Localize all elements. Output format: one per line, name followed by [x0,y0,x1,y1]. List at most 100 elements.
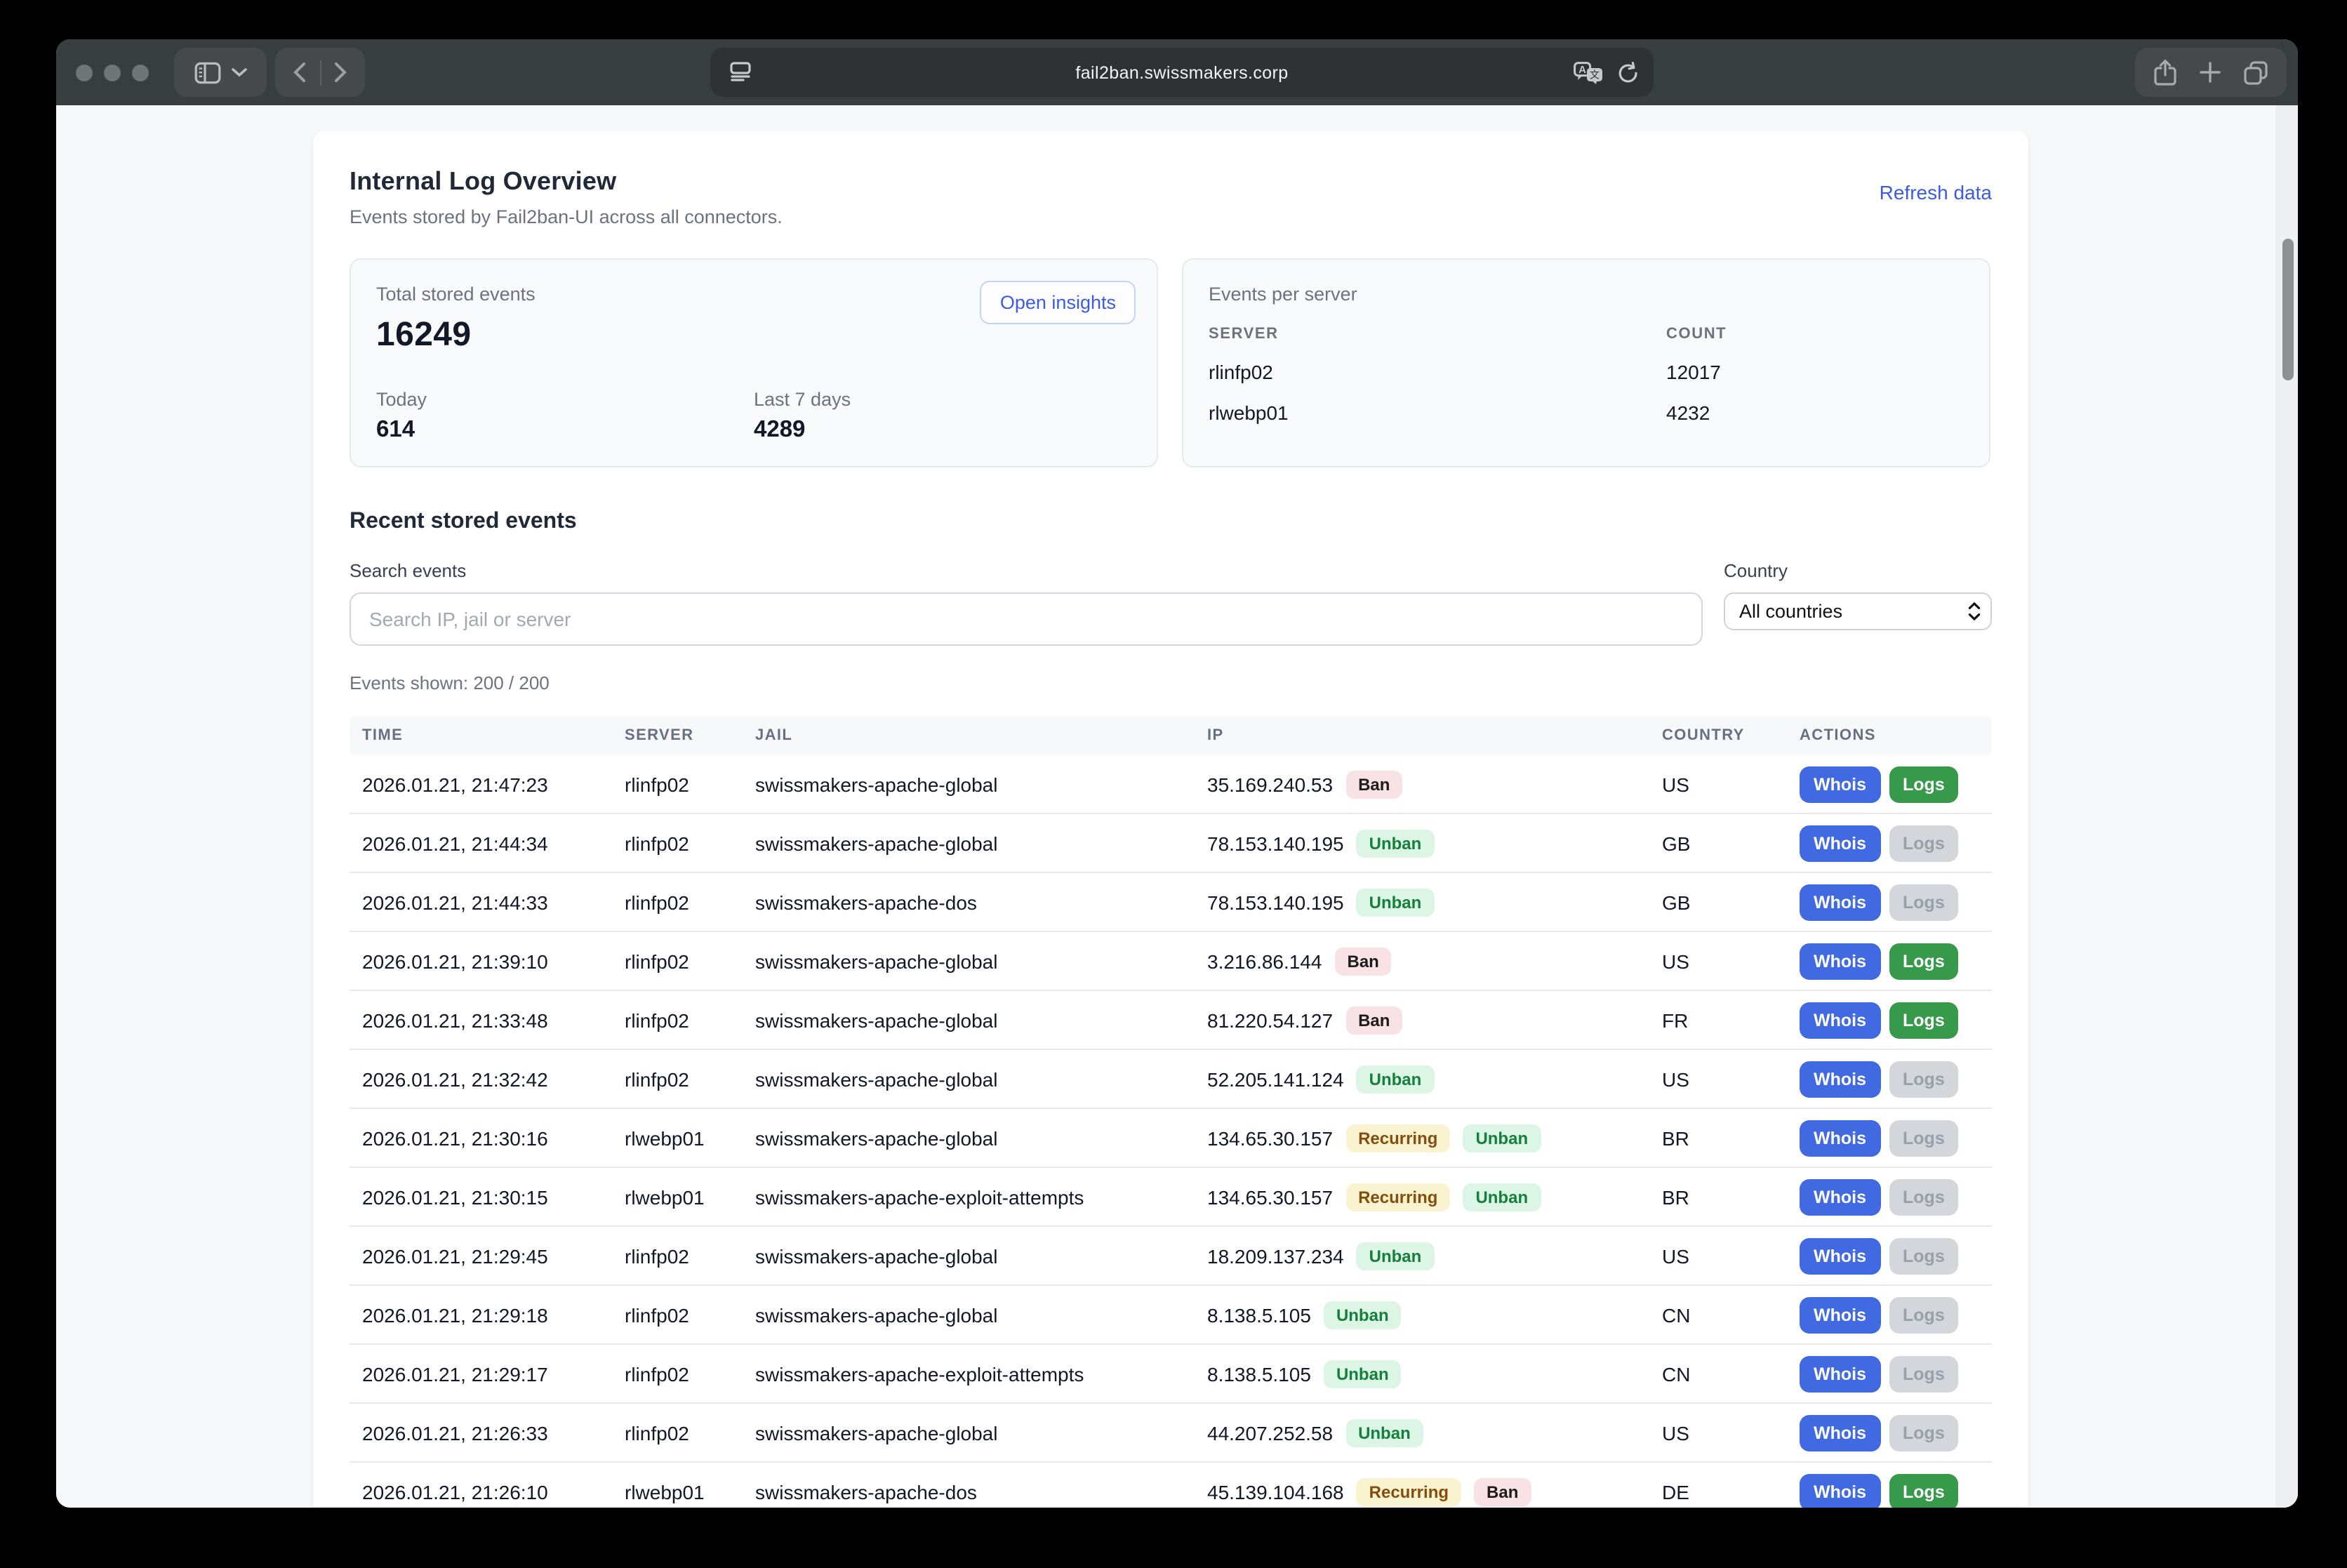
logs-button[interactable]: Logs [1889,1178,1959,1215]
new-tab-icon[interactable] [2200,62,2221,83]
whois-button[interactable]: Whois [1800,1296,1880,1333]
whois-button[interactable]: Whois [1800,1061,1880,1097]
whois-button[interactable]: Whois [1800,825,1880,861]
event-ip: 35.169.240.53 [1207,773,1333,795]
reload-icon[interactable] [1617,61,1640,84]
event-ip: 44.207.252.58 [1207,1421,1333,1444]
events-per-server-card: Events per server SERVER COUNT rlinfp021… [1182,258,1990,467]
events-shown-text: Events shown: 200 / 200 [350,672,1992,693]
filters-row: Search events Country All countries [350,560,1992,646]
table-row: 2026.01.21, 21:39:10rlinfp02swissmakers-… [350,931,1992,990]
unban-badge: Unban [1324,1360,1402,1388]
tab-overview-icon[interactable] [2243,60,2268,85]
page-area: Internal Log Overview Events stored by F… [56,105,2298,1508]
logs-button[interactable]: Logs [1889,766,1959,802]
minimize-window-button[interactable] [104,64,121,81]
unban-badge: Unban [1463,1124,1541,1152]
table-row: 2026.01.21, 21:29:17rlinfp02swissmakers-… [350,1344,1992,1403]
logs-button[interactable]: Logs [1889,943,1959,979]
event-ip: 78.153.140.195 [1207,832,1344,854]
event-ip: 78.153.140.195 [1207,891,1344,913]
screenshot-stage: fail2ban.swissmakers.corp A 文 [0,0,2347,1568]
table-row: 2026.01.21, 21:29:18rlinfp02swissmakers-… [350,1285,1992,1344]
country-select-value: All countries [1739,601,1842,622]
forward-button[interactable] [321,48,360,97]
events-table: TIME SERVER JAIL IP COUNTRY ACTIONS 2026… [350,716,1992,1508]
logs-button[interactable]: Logs [1889,1002,1959,1038]
col-actions: ACTIONS [1787,716,1992,755]
logs-button[interactable]: Logs [1889,1296,1959,1333]
table-row: 2026.01.21, 21:26:33rlinfp02swissmakers-… [350,1403,1992,1462]
logs-button[interactable]: Logs [1889,1119,1959,1156]
table-row: 2026.01.21, 21:33:48rlinfp02swissmakers-… [350,990,1992,1049]
event-ip: 3.216.86.144 [1207,950,1322,972]
page-subtitle: Events stored by Fail2ban-UI across all … [350,206,783,227]
per-server-row: rlinfp0212017 [1209,361,1964,383]
event-ip: 134.65.30.157 [1207,1185,1333,1208]
chevron-down-icon [232,67,247,77]
url-text: fail2ban.swissmakers.corp [1075,62,1288,82]
whois-button[interactable]: Whois [1800,1473,1880,1508]
search-input[interactable] [350,592,1703,646]
whois-button[interactable]: Whois [1800,1119,1880,1156]
logs-button[interactable]: Logs [1889,1355,1959,1392]
close-window-button[interactable] [76,64,93,81]
unban-badge: Unban [1345,1418,1423,1447]
unban-badge: Unban [1357,829,1435,857]
table-row: 2026.01.21, 21:47:23rlinfp02swissmakers-… [350,755,1992,813]
whois-button[interactable]: Whois [1800,884,1880,920]
share-icon[interactable] [2153,58,2177,86]
traffic-lights [76,39,149,105]
whois-button[interactable]: Whois [1800,1002,1880,1038]
logs-button[interactable]: Logs [1889,1414,1959,1451]
ban-badge: Ban [1345,770,1402,798]
logs-button[interactable]: Logs [1889,825,1959,861]
whois-button[interactable]: Whois [1800,766,1880,802]
browser-window: fail2ban.swissmakers.corp A 文 [56,39,2298,1508]
whois-button[interactable]: Whois [1800,1237,1880,1274]
recent-events-heading: Recent stored events [350,510,1992,535]
open-insights-button[interactable]: Open insights [980,281,1136,324]
table-row: 2026.01.21, 21:32:42rlinfp02swissmakers-… [350,1049,1992,1108]
translate-icon[interactable]: A 文 [1574,61,1603,84]
whois-button[interactable]: Whois [1800,1414,1880,1451]
sidebar-toggle-button[interactable] [174,48,267,97]
unban-badge: Unban [1357,1065,1435,1093]
event-ip: 8.138.5.105 [1207,1303,1311,1326]
recurring-badge: Recurring [1357,1477,1461,1506]
total-events-card: Total stored events 16249 Open insights … [350,258,1158,467]
select-chevrons-icon [1968,602,1981,620]
last7days-label: Last 7 days [754,389,1131,410]
whois-button[interactable]: Whois [1800,1355,1880,1392]
refresh-data-link[interactable]: Refresh data [1880,181,1992,204]
event-ip: 18.209.137.234 [1207,1244,1344,1267]
per-server-row: rlwebp014232 [1209,401,1964,424]
country-select[interactable]: All countries [1724,592,1992,630]
col-country: COUNTRY [1649,716,1787,755]
table-row: 2026.01.21, 21:30:16rlwebp01swissmakers-… [350,1108,1992,1167]
logs-button[interactable]: Logs [1889,1061,1959,1097]
today-value: 614 [376,417,754,444]
logs-button[interactable]: Logs [1889,1237,1959,1274]
scrollbar-thumb[interactable] [2282,239,2293,380]
back-button[interactable] [280,48,319,97]
svg-text:文: 文 [1590,69,1600,80]
reader-view-icon[interactable] [729,59,752,83]
zoom-window-button[interactable] [132,64,149,81]
sidebar-icon [194,61,222,84]
whois-button[interactable]: Whois [1800,943,1880,979]
unban-badge: Unban [1357,1242,1435,1270]
event-ip: 45.139.104.168 [1207,1480,1344,1503]
table-row: 2026.01.21, 21:44:33rlinfp02swissmakers-… [350,872,1992,931]
svg-text:A: A [1578,63,1586,75]
scrollbar-track[interactable] [2275,105,2298,1508]
logs-button[interactable]: Logs [1889,1473,1959,1508]
logs-button[interactable]: Logs [1889,884,1959,920]
search-events-label: Search events [350,560,1703,581]
browser-toolbar: fail2ban.swissmakers.corp A 文 [56,39,2298,105]
last7days-value: 4289 [754,417,1131,444]
address-bar[interactable]: fail2ban.swissmakers.corp A 文 [710,48,1654,97]
whois-button[interactable]: Whois [1800,1178,1880,1215]
col-jail: JAIL [743,716,1195,755]
recurring-badge: Recurring [1345,1183,1450,1211]
